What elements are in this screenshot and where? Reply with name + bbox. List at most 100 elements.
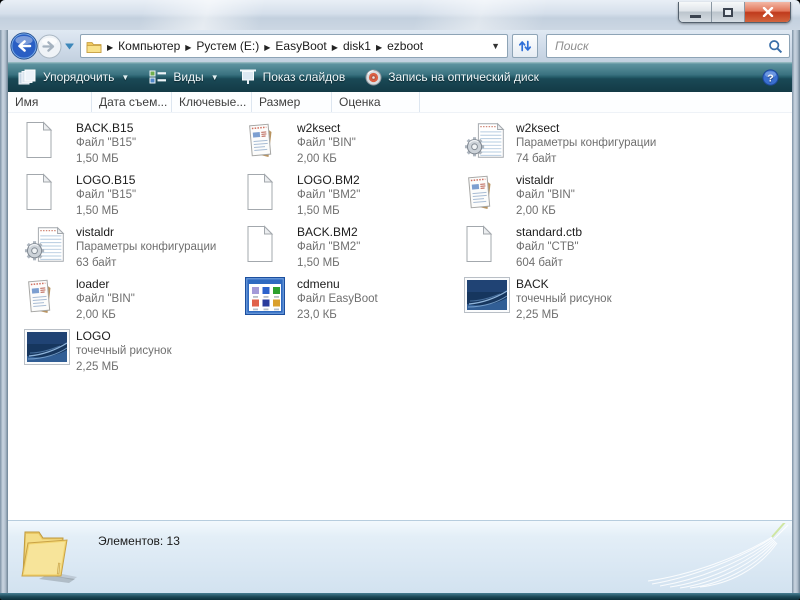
close-button[interactable] <box>745 2 790 22</box>
file-name: w2ksect <box>516 120 656 136</box>
file-type: Файл "BM2" <box>297 240 360 256</box>
breadcrumb-separator-icon: ▶ <box>376 43 382 52</box>
explorer-window: ▶Компьютер▶Рустем (E:)▶EasyBoot▶disk1▶ez… <box>0 0 800 600</box>
toolbar-button-views[interactable]: Виды▼ <box>139 62 228 92</box>
organize-icon <box>18 69 37 85</box>
search-icon[interactable] <box>768 39 783 54</box>
file-name: BACK.B15 <box>76 120 136 136</box>
file-tile[interactable]: LOGO.BM2Файл "BM2"1,50 МБ <box>243 172 462 224</box>
refresh-icon <box>517 38 533 54</box>
navigation-bar: ▶Компьютер▶Рустем (E:)▶EasyBoot▶disk1▶ez… <box>0 30 800 62</box>
file-notepad <box>462 172 510 213</box>
column-header-1[interactable]: Имя <box>8 92 92 112</box>
file-size: 2,25 МБ <box>516 308 612 324</box>
minimize-button[interactable] <box>679 2 712 22</box>
toolbar-button-organize[interactable]: Упорядочить▼ <box>8 62 139 92</box>
file-tile-text: BACK.B15Файл "B15"1,50 МБ <box>76 120 136 167</box>
file-size: 1,50 МБ <box>76 152 136 168</box>
chevron-down-icon: ▼ <box>211 73 219 82</box>
file-name: loader <box>76 276 135 292</box>
file-type: Файл "BIN" <box>516 188 575 204</box>
file-notepad <box>22 276 70 317</box>
file-image <box>462 276 510 313</box>
file-tile[interactable]: cdmenuФайл EasyBoot23,0 КБ <box>243 276 462 328</box>
details-pane: Элементов: 13 <box>8 520 792 593</box>
forward-button[interactable] <box>37 34 62 59</box>
file-page <box>22 172 70 211</box>
folder-large-icon <box>13 523 83 585</box>
file-name: cdmenu <box>297 276 378 292</box>
column-header-3[interactable]: Ключевые... <box>172 92 252 112</box>
maximize-button[interactable] <box>712 2 745 22</box>
file-name: w2ksect <box>297 120 356 136</box>
file-tile[interactable]: LOGOточечный рисунок2,25 МБ <box>22 328 243 380</box>
file-tile-text: vistaldrФайл "BIN"2,00 КБ <box>516 172 575 219</box>
folder-icon <box>86 40 102 53</box>
recent-pages-dropdown[interactable] <box>64 42 75 51</box>
toolbar-button-label: Показ слайдов <box>263 70 346 84</box>
file-size: 2,25 МБ <box>76 360 172 376</box>
file-tile-text: vistaldrПараметры конфигурации63 байт <box>76 224 216 271</box>
file-name: vistaldr <box>516 172 575 188</box>
file-tile[interactable]: standard.ctbФайл "CTB"604 байт <box>462 224 792 276</box>
file-tile[interactable]: vistaldrФайл "BIN"2,00 КБ <box>462 172 792 224</box>
file-page <box>462 224 510 263</box>
breadcrumb-separator-icon: ▶ <box>185 43 191 52</box>
address-dropdown-icon[interactable]: ▼ <box>488 41 503 51</box>
toolbar-button-label: Запись на оптический диск <box>388 70 539 84</box>
close-icon <box>762 7 774 17</box>
file-type: Параметры конфигурации <box>516 136 656 152</box>
file-size: 2,00 КБ <box>516 204 575 220</box>
file-tile[interactable]: vistaldrПараметры конфигурации63 байт <box>22 224 243 276</box>
breadcrumb-separator-icon: ▶ <box>107 43 113 52</box>
file-tile[interactable]: BACK.B15Файл "B15"1,50 МБ <box>22 120 243 172</box>
file-type: Файл "B15" <box>76 136 136 152</box>
file-list-area[interactable]: BACK.B15Файл "B15"1,50 МБw2ksectФайл "BI… <box>8 113 792 520</box>
breadcrumb-item[interactable]: EasyBoot <box>275 39 326 53</box>
search-input[interactable] <box>549 36 768 56</box>
window-frame-right <box>792 30 800 593</box>
views-icon <box>149 70 167 84</box>
file-type: Файл "B15" <box>76 188 136 204</box>
breadcrumb-item[interactable]: Компьютер <box>118 39 180 53</box>
file-tile-text: LOGO.B15Файл "B15"1,50 МБ <box>76 172 136 219</box>
breadcrumb-separator-icon: ▶ <box>332 43 338 52</box>
toolbar-button-burn-disc[interactable]: Запись на оптический диск <box>355 62 549 92</box>
file-tile[interactable]: loaderФайл "BIN"2,00 КБ <box>22 276 243 328</box>
file-tile[interactable]: BACK.BM2Файл "BM2"1,50 МБ <box>243 224 462 276</box>
file-page <box>243 224 291 263</box>
minimize-icon <box>690 15 701 18</box>
breadcrumb-item[interactable]: Рустем (E:) <box>196 39 259 53</box>
refresh-button[interactable] <box>512 34 538 58</box>
toolbar-button-slideshow[interactable]: Показ слайдов <box>229 62 356 92</box>
file-type: Файл "BM2" <box>297 188 360 204</box>
back-button[interactable] <box>10 32 38 60</box>
address-bar[interactable]: ▶Компьютер▶Рустем (E:)▶EasyBoot▶disk1▶ez… <box>80 34 508 58</box>
window-frame-bottom <box>0 593 800 600</box>
file-name: LOGO.BM2 <box>297 172 360 188</box>
column-header-2[interactable]: Дата съем... <box>92 92 172 112</box>
file-tile-text: w2ksectФайл "BIN"2,00 КБ <box>297 120 356 167</box>
file-tile[interactable]: BACKточечный рисунок2,25 МБ <box>462 276 792 328</box>
file-name: BACK.BM2 <box>297 224 360 240</box>
file-image <box>22 328 70 365</box>
file-tile[interactable]: w2ksectПараметры конфигурации74 байт <box>462 120 792 172</box>
column-header-4[interactable]: Размер <box>252 92 332 112</box>
file-size: 23,0 КБ <box>297 308 378 324</box>
file-name: standard.ctb <box>516 224 582 240</box>
maximize-icon <box>723 8 733 17</box>
breadcrumb-item[interactable]: ezboot <box>387 39 423 53</box>
file-tile-text: LOGO.BM2Файл "BM2"1,50 МБ <box>297 172 360 219</box>
window-controls <box>678 2 791 23</box>
file-size: 2,00 КБ <box>76 308 135 324</box>
column-header-5[interactable]: Оценка <box>332 92 420 112</box>
column-headers: ИмяДата съем...Ключевые...РазмерОценка <box>8 92 792 113</box>
breadcrumb-item[interactable]: disk1 <box>343 39 371 53</box>
file-tile[interactable]: LOGO.B15Файл "B15"1,50 МБ <box>22 172 243 224</box>
file-type: Файл "BIN" <box>76 292 135 308</box>
file-size: 1,50 МБ <box>297 256 360 272</box>
file-tile[interactable]: w2ksectФайл "BIN"2,00 КБ <box>243 120 462 172</box>
command-toolbar: Упорядочить▼Виды▼ Показ слайдов Запись на … <box>8 62 792 92</box>
items-count: Элементов: 13 <box>98 534 180 548</box>
help-button[interactable]: ? <box>762 69 779 86</box>
